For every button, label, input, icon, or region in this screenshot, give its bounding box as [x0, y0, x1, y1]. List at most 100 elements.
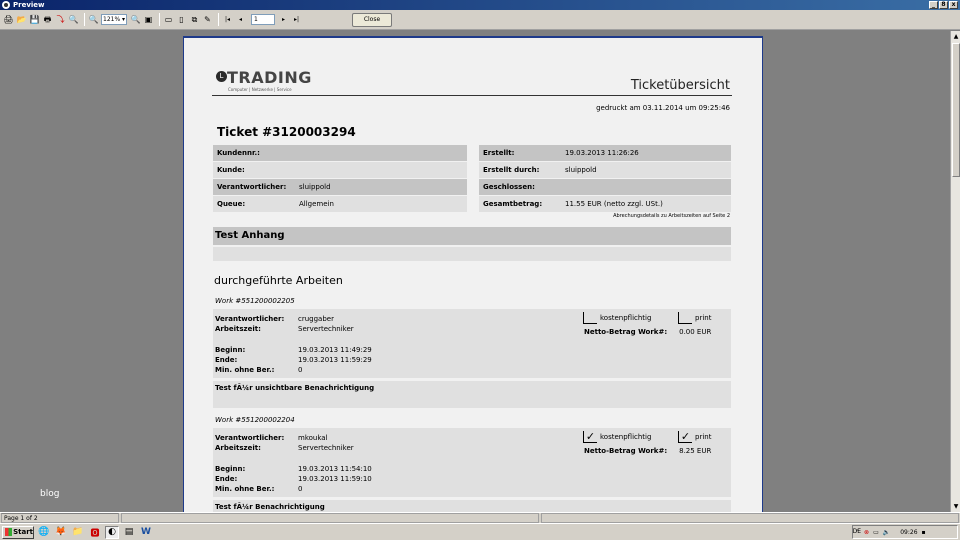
document-title: Ticketübersicht	[630, 78, 730, 93]
print-icon[interactable]: 🖨	[3, 14, 14, 25]
volume-icon[interactable]: 🔈	[883, 529, 890, 536]
info-value: Allgemein	[299, 200, 334, 208]
scroll-thumb[interactable]	[952, 43, 960, 177]
work-label: Ende:	[215, 475, 238, 483]
scroll-down-icon[interactable]: ▼	[952, 502, 960, 511]
multi-page-icon[interactable]: ⧉	[189, 14, 200, 25]
info-label: Verantwortlicher:	[217, 183, 287, 191]
work-line: Verantwortlicher: cruggaber	[215, 315, 334, 323]
chargeable-label: kostenpflichtig	[600, 314, 652, 322]
netto-value: 8.25 EUR	[679, 447, 712, 455]
work-entry: Work #551200002204 Verantwortlicher: mkou…	[213, 416, 731, 527]
work-line: Beginn: 19.03.2013 11:49:29	[215, 346, 372, 354]
window-title: Preview	[13, 1, 45, 9]
open-folder-icon[interactable]: 📂	[16, 14, 27, 25]
document-page: L TRADING Computer | Netzwerke | Service …	[183, 36, 763, 527]
work-line: Min. ohne Ber.: 0	[215, 485, 302, 493]
chargeable-checkbox: ✓ kostenpflichtig	[583, 431, 651, 443]
firefox-icon[interactable]: 🦊	[54, 526, 68, 539]
ticket-info-right: Erstellt: 19.03.2013 11:26:26 Erstellt du…	[479, 145, 731, 213]
check-icon	[678, 312, 692, 324]
work-time: Servertechniker	[298, 444, 354, 452]
start-button[interactable]: Start	[2, 525, 34, 539]
single-page-icon[interactable]: ▭	[163, 14, 174, 25]
window-icon[interactable]: ▤	[122, 526, 136, 539]
info-row: Kundennr.:	[213, 145, 467, 161]
work-responsible: mkoukal	[298, 434, 328, 442]
close-button[interactable]: Close	[352, 12, 392, 27]
work-time: Servertechniker	[298, 325, 354, 333]
fit-page-icon[interactable]: ▣	[143, 14, 154, 25]
browser-icon[interactable]: 🌐	[37, 526, 51, 539]
print-label: print	[695, 314, 712, 322]
info-row: Gesamtbetrag: 11.55 EUR (netto zzgl. USt.…	[479, 196, 731, 212]
work-responsible: cruggaber	[298, 315, 334, 323]
work-minutes: 0	[298, 366, 303, 374]
vertical-scrollbar[interactable]: ▲ ▼	[950, 31, 960, 512]
zoom-out-icon[interactable]: 🔍	[130, 14, 141, 25]
chevron-up-icon[interactable]: ⌃	[855, 529, 860, 536]
save-icon[interactable]: 💾	[29, 14, 40, 25]
billing-note: Abrechungsdetails zu Arbeitszeiten auf S…	[613, 213, 730, 219]
info-label: Geschlossen:	[483, 183, 535, 191]
edit-icon[interactable]: ✎	[202, 14, 213, 25]
section-title: durchgeführte Arbeiten	[214, 274, 343, 287]
work-label: Verantwortlicher:	[215, 434, 285, 442]
close-window-button[interactable]: x	[949, 1, 958, 9]
info-row: Verantwortlicher: sluippold	[213, 179, 467, 195]
info-value: sluippold	[565, 166, 597, 174]
next-page-icon[interactable]: ▸	[278, 14, 289, 25]
work-label: Beginn:	[215, 465, 246, 473]
logo-tagline: Computer | Netzwerke | Service	[228, 87, 292, 92]
netto-amount: Netto-Betrag Work#: 8.25 EUR	[584, 447, 711, 455]
chargeable-label: kostenpflichtig	[600, 433, 652, 441]
status-pane	[121, 513, 539, 523]
preview-toolbar: 🖨 📂 💾 🖶 ⤵ 🔍 🔍 121% 🔍 ▣ ▭ ▯ ⧉ ✎ |◂ ◂ 1 ▸ …	[0, 10, 960, 30]
netto-value: 0.00 EUR	[679, 328, 712, 336]
company-logo: L TRADING Computer | Netzwerke | Service	[216, 68, 312, 92]
info-label: Erstellt:	[483, 149, 515, 157]
pdf-export-icon[interactable]: ⤵	[55, 14, 66, 25]
netto-label: Netto-Betrag Work#:	[584, 447, 668, 455]
find-icon[interactable]: 🔍	[68, 14, 79, 25]
scroll-up-icon[interactable]: ▲	[952, 32, 960, 41]
export-icon[interactable]: 🖶	[42, 14, 53, 25]
work-begin: 19.03.2013 11:54:10	[298, 465, 372, 473]
blog-label: blog	[40, 489, 60, 499]
info-label: Gesamtbetrag:	[483, 200, 543, 208]
info-row: Erstellt durch: sluippold	[479, 162, 731, 178]
status-pane	[541, 513, 959, 523]
work-line: Ende: 19.03.2013 11:59:10	[215, 475, 372, 483]
app-icon	[2, 1, 10, 9]
work-label: Arbeitszeit:	[215, 325, 261, 333]
work-label: Min. ohne Ber.:	[215, 485, 275, 493]
last-page-icon[interactable]: ▸|	[291, 14, 302, 25]
first-page-icon[interactable]: |◂	[222, 14, 233, 25]
two-page-icon[interactable]: ▯	[176, 14, 187, 25]
clock[interactable]: 09:26	[900, 529, 917, 536]
work-details: Verantwortlicher: cruggaber Arbeitszeit: S…	[213, 309, 731, 378]
minimize-button[interactable]: _	[929, 1, 938, 9]
info-row: Geschlossen:	[479, 179, 731, 195]
tray-app-icon[interactable]: ▪	[922, 529, 926, 536]
folder-icon[interactable]: 📁	[71, 526, 85, 539]
toolbar-separator	[84, 13, 85, 26]
windows-flag-icon	[5, 528, 13, 536]
zoom-select[interactable]: 121%	[101, 14, 127, 25]
printed-timestamp: gedruckt am 03.11.2014 um 09:25:46	[596, 104, 730, 112]
word-icon[interactable]: W	[139, 526, 153, 539]
work-label: Beginn:	[215, 346, 246, 354]
preview-app-icon[interactable]: ◐	[105, 525, 119, 539]
work-label: Min. ohne Ber.:	[215, 366, 275, 374]
display-icon[interactable]: ▭	[873, 529, 879, 536]
print-checkbox: print	[678, 312, 711, 324]
info-row: Erstellt: 19.03.2013 11:26:26	[479, 145, 731, 161]
work-begin: 19.03.2013 11:49:29	[298, 346, 372, 354]
work-entry: Work #551200002205 Verantwortlicher: crug…	[213, 297, 731, 408]
opera-icon[interactable]: 🅾	[88, 526, 102, 539]
maximize-button[interactable]: 8	[939, 1, 948, 9]
page-number-input[interactable]: 1	[251, 14, 275, 25]
previous-page-icon[interactable]: ◂	[235, 14, 246, 25]
zoom-icon[interactable]: 🔍	[88, 14, 99, 25]
network-icon[interactable]: ⊗	[864, 529, 869, 536]
